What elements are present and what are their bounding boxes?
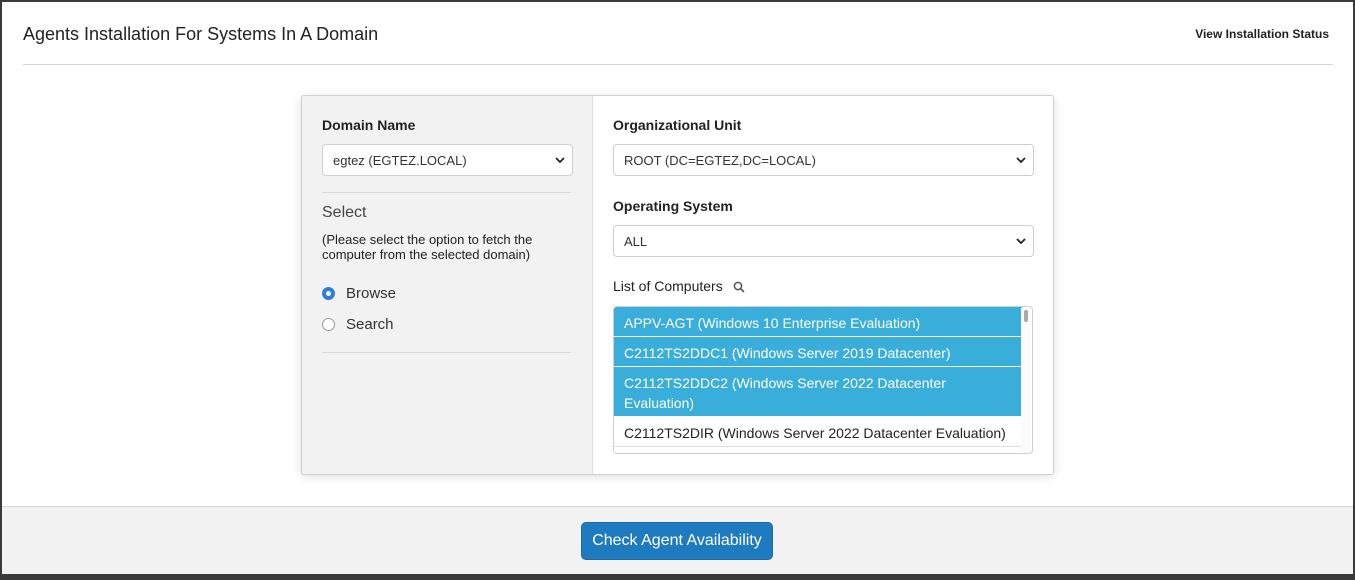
chevron-down-icon <box>555 157 565 164</box>
main-window: Agents Installation For Systems In A Dom… <box>2 2 1353 574</box>
computer-list[interactable]: APPV-AGT (Windows 10 Enterprise Evaluati… <box>613 306 1033 454</box>
list-item[interactable]: C2112TS2DDC2 (Windows Server 2022 Datace… <box>614 367 1022 417</box>
page-title: Agents Installation For Systems In A Dom… <box>23 24 379 44</box>
operating-system-value: ALL <box>624 234 648 249</box>
domain-name-select[interactable]: egtez (EGTEZ.LOCAL) <box>322 144 573 176</box>
organizational-unit-select[interactable]: ROOT (DC=EGTEZ,DC=LOCAL) <box>613 144 1034 176</box>
computer-pane: Organizational Unit ROOT (DC=EGTEZ,DC=LO… <box>593 96 1053 474</box>
scrollbar-thumb[interactable] <box>1024 310 1028 322</box>
view-installation-status-link[interactable]: View Installation Status <box>1195 27 1329 41</box>
list-of-computers-label: List of Computers <box>613 278 723 294</box>
select-heading: Select <box>322 204 367 221</box>
chevron-down-icon <box>1016 157 1026 164</box>
list-item[interactable]: C2112TS2DIR (Windows Server 2022 Datacen… <box>614 417 1022 447</box>
search-icon[interactable] <box>733 281 745 293</box>
divider <box>322 192 571 193</box>
list-scrollbar[interactable] <box>1021 308 1031 452</box>
domain-name-value: egtez (EGTEZ.LOCAL) <box>333 153 467 168</box>
radio-search-label: Search <box>346 316 394 333</box>
operating-system-select[interactable]: ALL <box>613 225 1034 257</box>
radio-browse-indicator[interactable] <box>322 287 335 300</box>
organizational-unit-label: Organizational Unit <box>613 117 742 133</box>
organizational-unit-value: ROOT (DC=EGTEZ,DC=LOCAL) <box>624 153 816 168</box>
operating-system-label: Operating System <box>613 198 733 214</box>
check-agent-availability-button[interactable]: Check Agent Availability <box>581 522 773 560</box>
list-of-computers-header: List of Computers <box>613 278 745 294</box>
radio-browse-label: Browse <box>346 285 397 302</box>
domain-pane: Domain Name egtez (EGTEZ.LOCAL) Select (… <box>302 96 593 474</box>
radio-search-indicator[interactable] <box>322 318 335 331</box>
list-item[interactable]: C2112TS2DDC1 (Windows Server 2019 Datace… <box>614 337 1022 367</box>
divider <box>322 352 571 353</box>
page-header: Agents Installation For Systems In A Dom… <box>23 2 1333 65</box>
select-hint: (Please select the option to fetch the c… <box>322 232 533 262</box>
domain-name-label: Domain Name <box>322 117 416 133</box>
list-item[interactable]: APPV-AGT (Windows 10 Enterprise Evaluati… <box>614 307 1022 337</box>
chevron-down-icon <box>1016 238 1026 245</box>
footer-bar: Check Agent Availability <box>2 506 1353 574</box>
installation-form-card: Domain Name egtez (EGTEZ.LOCAL) Select (… <box>301 95 1054 475</box>
